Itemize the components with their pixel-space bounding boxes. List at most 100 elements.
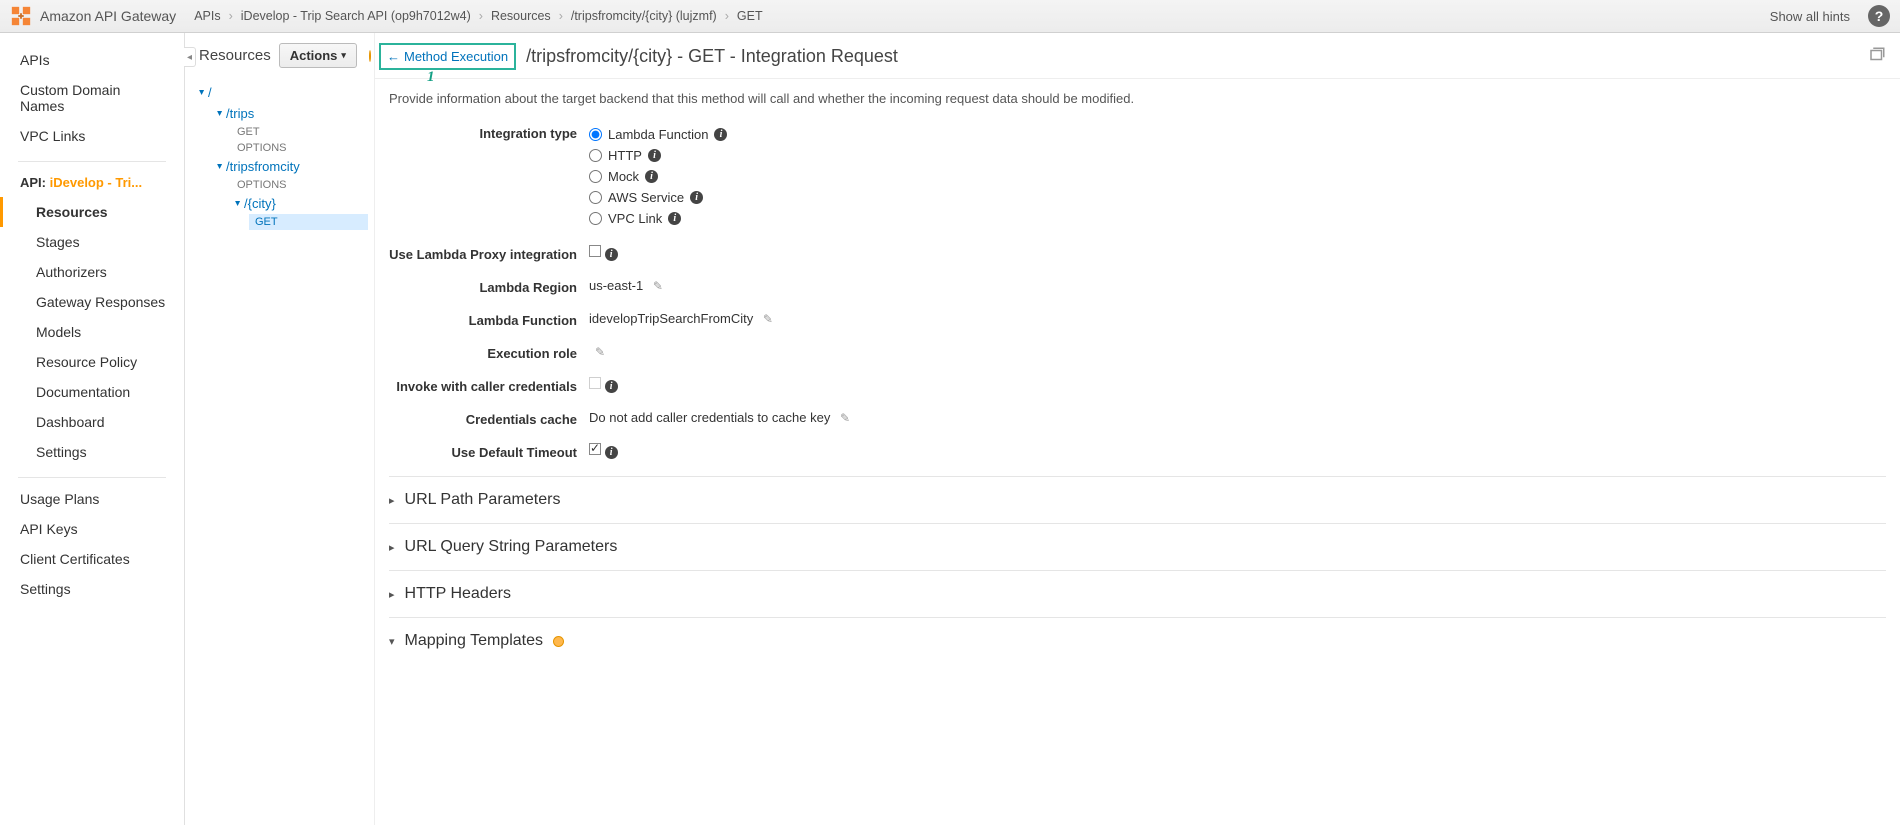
tree-trips-get[interactable]: GET [231,124,368,140]
alert-dot-icon [369,50,371,62]
api-prefix-label: API: [20,175,46,190]
radio-http-input[interactable] [589,149,602,162]
radio-lambda-input[interactable] [589,128,602,141]
breadcrumb-resources[interactable]: Resources [491,9,551,23]
help-icon[interactable]: ? [1868,5,1890,27]
triangle-right-icon: ▸ [389,541,395,554]
service-name[interactable]: Amazon API Gateway [40,8,176,24]
sidebar-item-client-certificates[interactable]: Client Certificates [0,544,184,574]
api-name-label[interactable]: iDevelop - Tri... [50,175,142,190]
section-title: URL Query String Parameters [405,538,618,556]
checkbox-proxy[interactable] [589,245,601,257]
section-title: URL Path Parameters [405,491,561,509]
section-url-path-parameters[interactable]: ▸URL Path Parameters [389,476,1886,523]
sidebar-item-models[interactable]: Models [0,317,184,347]
annotation-1: 1 [427,69,435,86]
collapse-sidebar-button[interactable]: ◂ [184,47,196,67]
info-icon[interactable]: i [668,212,681,225]
triangle-down-icon: ▾ [389,635,395,648]
sidebar-item-custom-domain-names[interactable]: Custom Domain Names [0,75,184,121]
sidebar-item-authorizers[interactable]: Authorizers [0,257,184,287]
sidebar-item-vpc-links[interactable]: VPC Links [0,121,184,151]
sidebar-item-dashboard[interactable]: Dashboard [0,407,184,437]
breadcrumb-apis[interactable]: APIs [194,9,220,23]
breadcrumb-resource[interactable]: /tripsfromcity/{city} (lujzmf) [571,9,717,23]
info-icon[interactable]: i [648,149,661,162]
sidebar-divider [18,477,166,478]
sidebar-item-api-settings[interactable]: Settings [0,437,184,467]
radio-aws-service[interactable]: AWS Service i [589,187,1886,208]
main-header: ← Method Execution 1 /tripsfromcity/{cit… [375,33,1900,79]
sidebar-item-resources[interactable]: Resources [0,197,184,227]
info-icon[interactable]: i [605,446,618,459]
triangle-down-icon: ▸ [214,111,225,116]
sidebar-item-api-keys[interactable]: API Keys [0,514,184,544]
integration-form: Integration type Lambda Functioni HTTPi … [375,124,1900,694]
actions-button[interactable]: Actions ▾ [279,43,357,68]
section-http-headers[interactable]: ▸HTTP Headers [389,570,1886,617]
sidebar-item-apis[interactable]: APIs [0,45,184,75]
top-bar: Amazon API Gateway APIs › iDevelop - Tri… [0,0,1900,33]
tree-tfc-options[interactable]: OPTIONS [231,177,368,193]
chevron-right-icon: › [559,9,563,23]
checkbox-invoke-caller[interactable] [589,377,601,389]
tree-tfc-label: /tripsfromcity [226,159,300,174]
pencil-icon[interactable]: ✎ [595,345,605,359]
breadcrumb-method[interactable]: GET [737,9,763,23]
value-lambda-function: idevelopTripSearchFromCity [589,311,753,326]
checkbox-default-timeout[interactable] [589,443,601,455]
documentation-stack-icon[interactable] [1868,46,1886,67]
pencil-icon[interactable]: ✎ [763,312,773,326]
tree-tripsfromcity[interactable]: ▸/tripsfromcity [213,156,368,177]
label-proxy-integration: Use Lambda Proxy integration [389,245,589,262]
sidebar-item-usage-plans[interactable]: Usage Plans [0,484,184,514]
page-title: /tripsfromcity/{city} - GET - Integratio… [526,46,898,67]
tree-city[interactable]: ▸/{city} [231,193,368,214]
tree-root[interactable]: ▸/ [195,82,368,103]
pencil-icon[interactable]: ✎ [840,411,850,425]
pencil-icon[interactable]: ✎ [653,279,663,293]
info-icon[interactable]: i [645,170,658,183]
arrow-left-icon: ← [387,49,400,64]
section-url-query-string-parameters[interactable]: ▸ URL Query String Parameters [389,523,1886,570]
sidebar-item-resource-policy[interactable]: Resource Policy [0,347,184,377]
chevron-right-icon: › [725,9,729,23]
method-execution-back-box: ← Method Execution 1 [379,43,516,70]
radio-lambda-function[interactable]: Lambda Function i [589,124,1886,145]
section-title: Mapping Templates [405,632,543,650]
radio-mock-input[interactable] [589,170,602,183]
sidebar-item-stages[interactable]: Stages [0,227,184,257]
radio-mock[interactable]: Mocki [589,166,1886,187]
tree-city-get[interactable]: GET [249,214,368,230]
caret-down-icon: ▾ [341,50,346,61]
section-mapping-templates[interactable]: ▾ Mapping Templates [389,617,1886,664]
show-hints-link[interactable]: Show all hints [1770,9,1850,24]
sidebar-item-documentation[interactable]: Documentation [0,377,184,407]
radio-lambda-label: Lambda Function [608,127,708,142]
radio-vpc-link[interactable]: VPC Linki [589,208,1886,229]
resources-column: ◂ Resources Actions ▾ ▸/ ▸/trips GET OPT… [185,33,375,825]
radio-vpc-input[interactable] [589,212,602,225]
tree-trips-options[interactable]: OPTIONS [231,140,368,156]
info-icon[interactable]: i [714,128,727,141]
sidebar-item-gateway-responses[interactable]: Gateway Responses [0,287,184,317]
breadcrumb-api[interactable]: iDevelop - Trip Search API (op9h7012w4) [241,9,471,23]
label-integration-type: Integration type [389,124,589,141]
triangle-down-icon: ▸ [232,201,243,206]
radio-aws-label: AWS Service [608,190,684,205]
sidebar-divider [18,161,166,162]
info-icon[interactable]: i [605,380,618,393]
info-icon[interactable]: i [605,248,618,261]
breadcrumb: APIs › iDevelop - Trip Search API (op9h7… [194,9,1770,23]
value-credentials-cache: Do not add caller credentials to cache k… [589,410,830,425]
label-default-timeout: Use Default Timeout [389,443,589,460]
sidebar-item-settings[interactable]: Settings [0,574,184,604]
tree-trips-label: /trips [226,106,254,121]
chevron-right-icon: › [479,9,483,23]
info-icon[interactable]: i [690,191,703,204]
radio-aws-input[interactable] [589,191,602,204]
radio-http[interactable]: HTTPi [589,145,1886,166]
method-execution-link[interactable]: Method Execution [404,49,508,64]
triangle-right-icon: ▸ [389,588,395,601]
tree-trips[interactable]: ▸/trips [213,103,368,124]
